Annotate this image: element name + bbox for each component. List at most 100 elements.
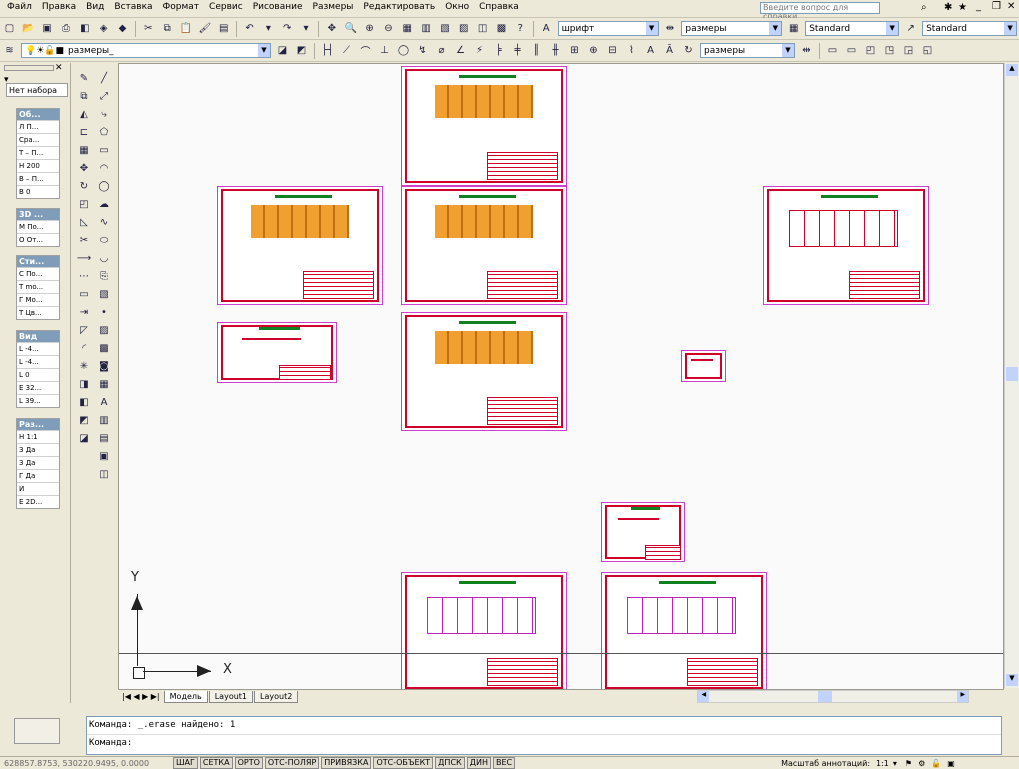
menu-item[interactable]: Окно [440,0,474,12]
draw-order-3-icon[interactable]: ◩ [76,412,92,428]
palette-row[interactable]: L -4... [17,342,59,355]
palette-group-header[interactable]: Раз... [17,419,59,430]
menu-item[interactable]: Правка [37,0,81,12]
minimize-button[interactable]: _ [976,1,981,12]
design-center-icon[interactable]: ▥ [418,20,435,37]
open-icon[interactable]: 📂 [20,20,37,37]
radius-icon[interactable]: ◯ [395,42,412,59]
revcloud-icon[interactable]: ☁ [96,196,112,212]
drawing-sheet[interactable] [401,186,567,305]
chevron-down-icon[interactable]: ▼ [258,44,270,57]
make-block-icon[interactable]: ▧ [96,286,112,302]
drawing-sheet[interactable] [601,502,685,562]
palette-row[interactable]: И [17,482,59,495]
explode-icon[interactable]: ✳ [76,358,92,374]
palette-row[interactable]: З Да [17,456,59,469]
gradient-icon[interactable]: ▩ [96,340,112,356]
lock-icon[interactable]: 🔓 [931,759,941,768]
polyline-icon[interactable]: ⤷ [96,106,112,122]
tab-layout2[interactable]: Layout2 [254,690,299,703]
ellipse-arc-icon[interactable]: ◡ [96,250,112,266]
arc-icon[interactable]: ◠ [96,160,112,176]
drawing-sheet[interactable] [217,322,337,383]
menu-item[interactable]: Редактировать [358,0,440,12]
quick-dim-icon[interactable]: ⚡ [471,42,488,59]
sheet-set-icon[interactable]: ▨ [455,20,472,37]
drawing-sheet[interactable] [601,572,767,689]
palette-row[interactable]: Т mo... [17,280,59,293]
palette-row[interactable]: Т Цв... [17,306,59,319]
palette-row[interactable]: О От... [17,233,59,246]
menu-item[interactable]: Файл [2,0,37,12]
chamfer-icon[interactable]: ◸ [76,322,92,338]
palette-group-header[interactable]: Сти... [17,256,59,267]
dim-edit-icon[interactable]: A [642,42,659,59]
palette-row[interactable]: Г Мо... [17,293,59,306]
polygon-icon[interactable]: ⬠ [96,124,112,140]
drawing-canvas[interactable]: Y X [118,63,1004,690]
menu-item[interactable]: Вид [81,0,109,12]
undo-icon[interactable]: ↶ [241,20,258,37]
zoom-previous-icon[interactable]: ⊖ [380,20,397,37]
viewport-5-icon[interactable]: ◲ [900,42,917,59]
drawing-sheet[interactable] [401,312,567,431]
multileader-style-combo[interactable]: Standard ▼ [922,21,1018,36]
palette-row[interactable]: Сра... [17,133,59,146]
viewport-4-icon[interactable]: ◳ [881,42,898,59]
tool-palette-icon[interactable]: ▧ [437,20,454,37]
hscroll-thumb[interactable] [818,691,833,702]
status-toggle[interactable]: ОРТО [234,757,263,769]
menu-item[interactable]: Вставка [109,0,157,12]
mirror-icon[interactable]: ◭ [76,106,92,122]
close-button[interactable]: ✕ [1007,1,1015,12]
palette-row[interactable]: В 0 [17,185,59,198]
preview-icon[interactable]: ◧ [76,20,93,37]
chevron-down-icon[interactable]: ▼ [769,22,782,35]
drawing-sheet[interactable] [681,350,726,382]
linear-dim-icon[interactable]: ├┤ [319,42,336,59]
diameter-icon[interactable]: ⌀ [433,42,450,59]
undo-dropdown-icon[interactable]: ▾ [260,20,277,37]
table-icon[interactable]: ▦ [96,376,112,392]
array-icon[interactable]: ▦ [76,142,92,158]
calculator-icon[interactable]: ▩ [493,20,510,37]
scroll-thumb[interactable] [1006,367,1018,381]
horizontal-scrollbar[interactable]: ◀ ▶ [697,690,970,703]
status-toggle[interactable]: ДИН [466,757,491,769]
status-toggle[interactable]: СЕТКА [199,757,233,769]
scroll-right-icon[interactable]: ▶ [957,691,969,702]
layer-combo[interactable]: 💡☀🔓■ размеры_ ▼ [21,43,271,58]
block-editor-icon[interactable]: ▤ [215,20,232,37]
region-icon[interactable]: ◙ [96,358,112,374]
tab-nav-icons[interactable]: |◀ ◀ ▶ ▶| [122,692,160,701]
jog-line-icon[interactable]: ⌇ [623,42,640,59]
viewport-6-icon[interactable]: ◱ [919,42,936,59]
palette-row[interactable]: З Да [17,443,59,456]
extra-1-icon[interactable]: ▥ [96,412,112,428]
draw-order-2-icon[interactable]: ◧ [76,394,92,410]
point-icon[interactable]: • [96,304,112,320]
extend-icon[interactable]: ⟶ [76,250,92,266]
menu-item[interactable]: Формат [158,0,205,12]
status-toggle[interactable]: ОТС-ПОЛЯР [264,757,320,769]
space-icon[interactable]: ║ [528,42,545,59]
selection-combo[interactable]: Нет набора [6,83,68,97]
ellipse-icon[interactable]: ⬭ [96,232,112,248]
layer-previous-icon[interactable]: ◩ [293,42,310,59]
inspect-icon[interactable]: ⊟ [604,42,621,59]
extra-3-icon[interactable]: ▣ [96,448,112,464]
annotation-visibility-icon[interactable]: ⚑ [905,759,912,768]
text-style-combo[interactable]: шрифт ▼ [557,21,659,36]
annotation-scale-value[interactable]: 1:1 [876,759,889,768]
make-current-icon[interactable]: ◪ [274,42,291,59]
menu-item[interactable]: Сервис [204,0,248,12]
palette-row[interactable]: В – П... [17,172,59,185]
palette-row[interactable]: L -4... [17,355,59,368]
palette-row[interactable]: Г Да [17,469,59,482]
scroll-up-icon[interactable]: ▲ [1006,64,1018,76]
new-icon[interactable]: ▢ [1,20,18,37]
rectangle-icon[interactable]: ▭ [96,142,112,158]
construction-line-icon[interactable]: ⤢ [96,88,112,104]
palette-group-header[interactable]: Вид [17,331,59,342]
clean-screen-icon[interactable]: ▣ [947,759,955,768]
